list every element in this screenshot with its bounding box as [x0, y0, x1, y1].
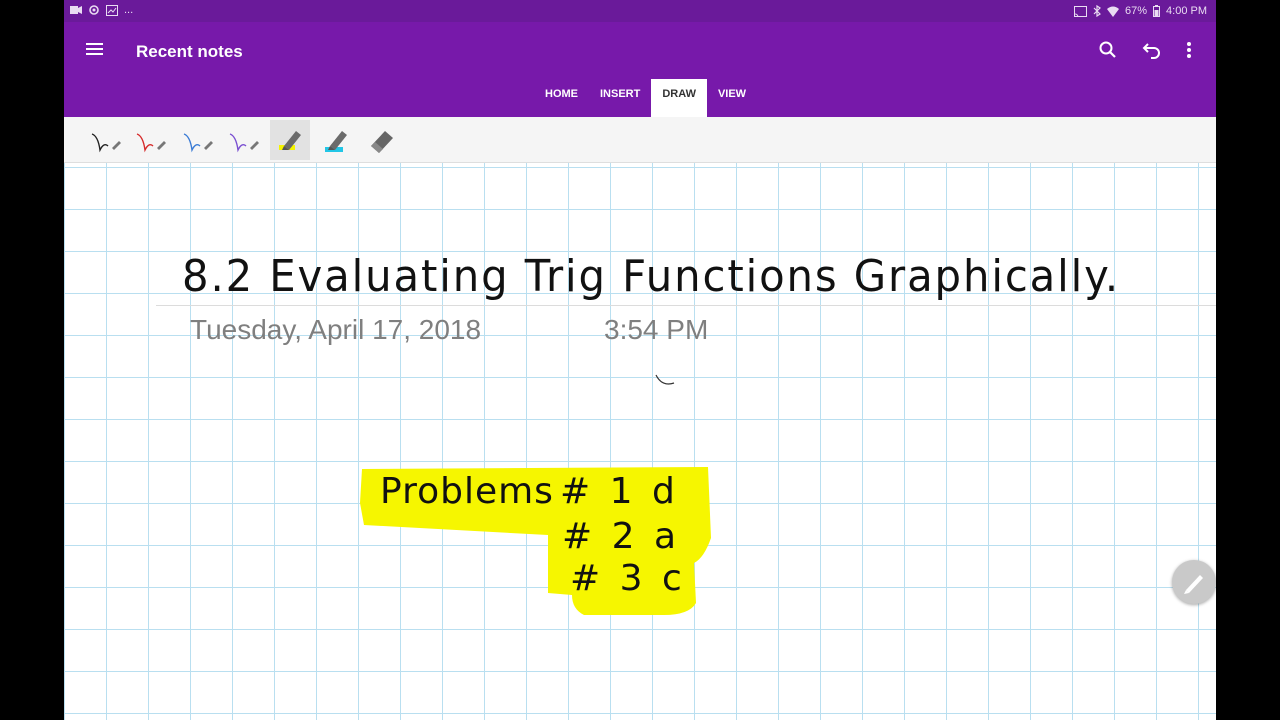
video-icon — [70, 6, 82, 14]
onenote-app: ... 67% 4:00 PM Recent notes HOME INSERT — [64, 0, 1216, 720]
handwritten-title: 8.2 Evaluating Trig Functions Graphicall… — [182, 251, 1120, 302]
ribbon-tabs: HOME INSERT DRAW VIEW — [534, 79, 757, 117]
gallery-icon — [106, 4, 118, 16]
page-title: Recent notes — [136, 42, 243, 61]
search-icon[interactable] — [1096, 38, 1120, 62]
stray-ink-mark — [655, 374, 675, 385]
tab-home[interactable]: HOME — [534, 79, 589, 117]
draw-toolbar — [64, 117, 1216, 163]
pen-icon — [1184, 575, 1203, 594]
status-left-icons: ... — [70, 3, 133, 17]
settings-sync-icon — [89, 5, 99, 15]
cyan-highlighter-icon[interactable] — [316, 120, 356, 160]
tab-view[interactable]: VIEW — [707, 79, 757, 117]
handwritten-note-heading: Problems — [380, 471, 554, 512]
handwritten-note-item: # 2 a — [562, 516, 680, 557]
wifi-icon — [1107, 6, 1119, 17]
red-pen-icon[interactable] — [131, 120, 171, 160]
yellow-highlighter-icon[interactable] — [270, 120, 310, 160]
status-bar: ... 67% 4:00 PM — [64, 0, 1216, 22]
battery-icon — [1153, 5, 1161, 17]
battery-percent: 67% — [1125, 5, 1148, 17]
black-pen-icon[interactable] — [86, 120, 126, 160]
draw-mode-button[interactable] — [1172, 560, 1216, 604]
ink-layer: 8.2 Evaluating Trig Functions Graphicall… — [182, 251, 1120, 615]
eraser-icon[interactable] — [362, 120, 402, 160]
tab-insert[interactable]: INSERT — [589, 79, 651, 117]
handwritten-note-item: # 3 c — [570, 558, 686, 599]
overflow-icon[interactable] — [1177, 38, 1201, 62]
undo-icon[interactable] — [1140, 38, 1164, 62]
more-icon: ... — [124, 4, 134, 16]
app-bar: Recent notes HOME INSERT DRAW VIEW — [64, 22, 1216, 117]
purple-pen-icon[interactable] — [224, 120, 264, 160]
menu-icon[interactable] — [86, 40, 106, 60]
bluetooth-icon — [1093, 5, 1101, 17]
cast-icon — [1074, 5, 1087, 17]
status-time: 4:00 PM — [1166, 5, 1207, 17]
blue-pen-icon[interactable] — [178, 120, 218, 160]
status-right-icons: 67% 4:00 PM — [1074, 4, 1207, 18]
note-canvas[interactable]: Tuesday, April 17, 2018 3:54 PM 8.2 Eval… — [64, 163, 1216, 720]
tab-draw[interactable]: DRAW — [651, 79, 707, 117]
handwritten-note-item: # 1 d — [560, 471, 679, 512]
